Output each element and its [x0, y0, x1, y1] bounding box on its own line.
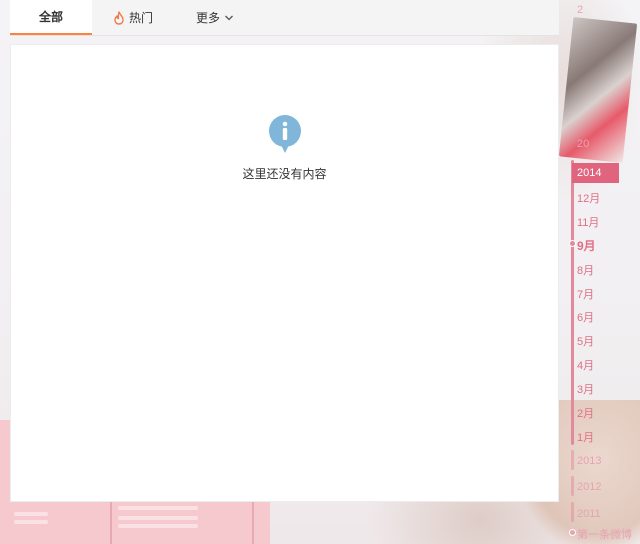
timeline-year-2014[interactable]: 2014	[572, 163, 619, 183]
timeline-month-9[interactable]: 9月	[577, 237, 596, 254]
timeline-month-7[interactable]: 7月	[577, 286, 594, 302]
timeline-month-3[interactable]: 3月	[577, 381, 594, 397]
tab-all-label: 全部	[38, 10, 63, 24]
timeline-month-11[interactable]: 11月	[577, 214, 599, 230]
timeline-month-2[interactable]: 2月	[577, 405, 594, 421]
timeline-month-6[interactable]: 6月	[577, 309, 594, 325]
timeline-month-4[interactable]: 4月	[577, 357, 594, 373]
tab-more-label: 更多	[195, 11, 220, 25]
timeline-line	[571, 160, 574, 445]
chevron-down-icon	[225, 15, 233, 20]
timeline-month-8[interactable]: 8月	[577, 262, 594, 278]
timeline-first-post[interactable]: 第一条微博	[577, 526, 632, 542]
feed-panel: 这里还没有内容	[10, 44, 559, 502]
timeline-year-partial[interactable]: 2	[577, 4, 583, 16]
timeline-line-segment	[571, 476, 574, 496]
timeline-current-dot	[569, 240, 576, 247]
tab-more-dropdown[interactable]: 更多	[174, 0, 256, 35]
timeline-month-1[interactable]: 1月	[577, 429, 594, 445]
tab-hot[interactable]: 热门	[92, 0, 174, 35]
feed-tab-bar: 全部 热门 更多	[10, 0, 559, 36]
timeline-year-2012[interactable]: 2012	[577, 481, 601, 493]
timeline-year-2013[interactable]: 2013	[577, 455, 601, 467]
info-icon	[268, 115, 301, 153]
timeline-month-5[interactable]: 5月	[577, 333, 594, 349]
timeline-line-segment	[571, 450, 574, 470]
timeline-year-2011[interactable]: 2011	[577, 508, 601, 520]
timeline-year-obscured[interactable]: 20	[577, 138, 589, 150]
tab-hot-label: 热门	[128, 11, 153, 25]
timeline-month-12[interactable]: 12月	[577, 190, 600, 206]
empty-state-message: 这里还没有内容	[242, 167, 327, 181]
flame-icon	[114, 10, 124, 25]
timeline-end-dot	[569, 529, 576, 536]
timeline-nav: 2 20 2014 12月 11月 9月 8月 7月 6月 5月 4月 3月 2…	[568, 0, 640, 544]
empty-state: 这里还没有内容	[11, 115, 558, 182]
tab-all[interactable]: 全部	[10, 0, 92, 35]
timeline-line-segment	[571, 502, 574, 522]
